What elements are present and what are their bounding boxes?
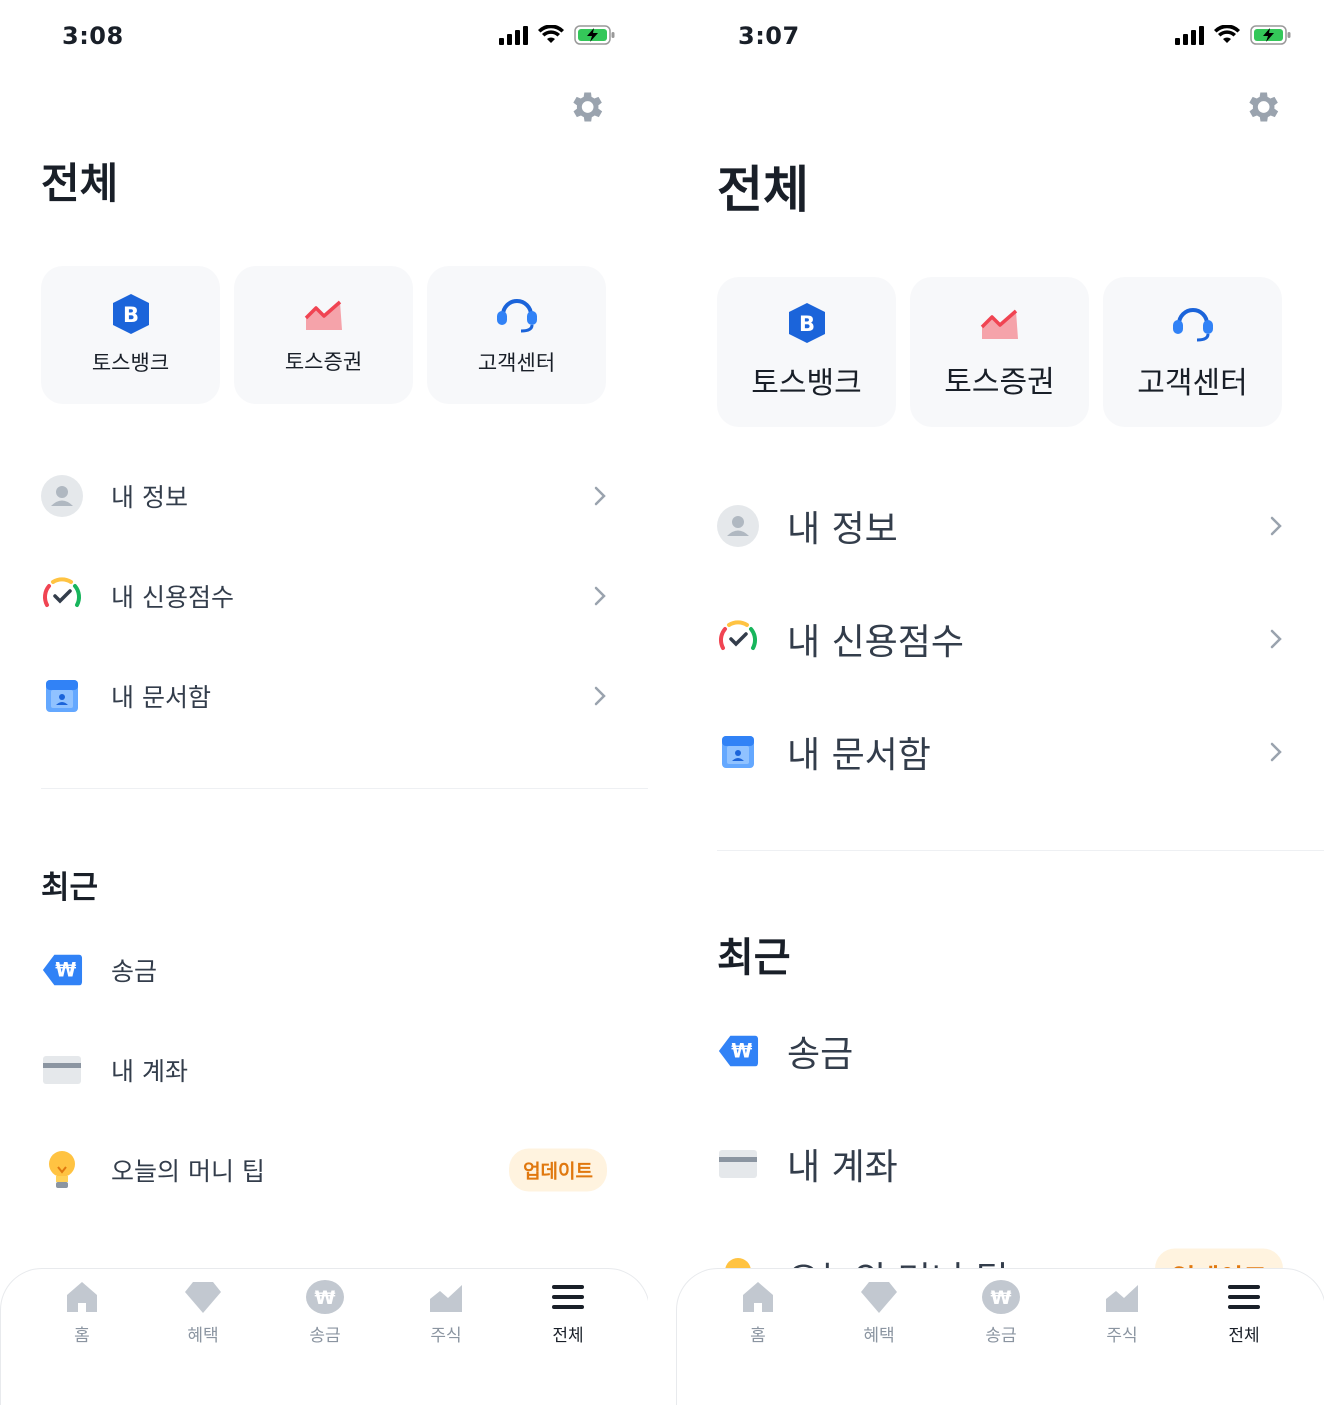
chevron-right-icon <box>594 586 606 606</box>
diamond-icon <box>185 1282 221 1313</box>
status-bar: 3:08 <box>0 0 648 70</box>
signal-icon <box>1175 26 1204 45</box>
tile-customer-center[interactable]: 고객센터 <box>1103 277 1282 427</box>
home-icon <box>743 1282 773 1312</box>
recent-item-my-account[interactable]: 내 계좌 <box>717 1107 1283 1220</box>
wifi-icon <box>1214 25 1240 43</box>
chart-icon <box>430 1285 462 1312</box>
settings-gear-icon[interactable] <box>566 87 606 127</box>
card-icon <box>43 1056 81 1084</box>
tab-all[interactable]: 전체 <box>528 1279 608 1346</box>
svg-text:B: B <box>122 303 138 327</box>
chevron-right-icon <box>1270 742 1282 761</box>
recent-item-my-account[interactable]: 내 계좌 <box>41 1020 607 1120</box>
tab-all[interactable]: 전체 <box>1204 1279 1284 1346</box>
tile-toss-securities[interactable]: 토스증권 <box>910 277 1089 427</box>
card-icon <box>719 1149 757 1178</box>
transfer-icon: ₩ <box>718 1035 759 1066</box>
page-title: 전체 <box>41 159 119 208</box>
tab-transfer[interactable]: ₩ 송금 <box>961 1279 1041 1346</box>
tab-benefits[interactable]: 혜택 <box>163 1279 243 1346</box>
diamond-icon <box>861 1282 897 1313</box>
home-icon <box>67 1282 97 1312</box>
tile-toss-bank[interactable]: B 토스뱅크 <box>717 277 896 427</box>
menu-item-documents[interactable]: 내 문서함 <box>717 695 1283 808</box>
tab-home[interactable]: 홈 <box>42 1279 122 1346</box>
tab-transfer[interactable]: ₩ 송금 <box>285 1279 365 1346</box>
menu-icon <box>552 1285 584 1309</box>
recent-section-title: 최근 <box>41 870 99 906</box>
menu-item-my-info[interactable]: 내 정보 <box>41 446 607 546</box>
svg-text:₩: ₩ <box>55 959 76 982</box>
recent-item-money-tip[interactable]: 오늘의 머니 팁 업데이트 <box>41 1120 607 1220</box>
tile-toss-securities[interactable]: 토스증권 <box>234 266 413 404</box>
menu-item-credit-score[interactable]: 내 신용점수 <box>41 546 607 646</box>
profile-icon <box>41 475 83 517</box>
won-icon: ₩ <box>306 1280 344 1314</box>
toss-bank-icon: B <box>788 303 825 343</box>
tab-stocks[interactable]: 주식 <box>406 1279 486 1346</box>
svg-text:₩: ₩ <box>315 1287 336 1309</box>
credit-score-icon <box>719 619 757 650</box>
battery-charging-icon <box>1250 25 1291 45</box>
headset-icon <box>1172 308 1213 342</box>
chevron-right-icon <box>1270 516 1282 535</box>
menu-icon <box>1228 1285 1260 1309</box>
battery-charging-icon <box>574 25 615 45</box>
lightbulb-icon <box>49 1151 75 1188</box>
screen-left: 3:08 전체 B 토스뱅크 토스증권 고객센터 내 정보 내 신용점수 내 문… <box>0 0 648 1405</box>
recent-item-transfer[interactable]: ₩ 송금 <box>41 920 607 1020</box>
chevron-right-icon <box>594 686 606 706</box>
won-icon: ₩ <box>982 1280 1020 1314</box>
toss-securities-icon <box>980 309 1018 339</box>
page-title: 전체 <box>717 161 809 219</box>
menu-item-documents[interactable]: 내 문서함 <box>41 646 607 746</box>
tile-customer-center[interactable]: 고객센터 <box>427 266 606 404</box>
profile-icon <box>717 504 759 547</box>
credit-score-icon <box>43 577 81 607</box>
svg-text:₩: ₩ <box>731 1039 752 1062</box>
divider <box>717 850 1324 851</box>
chevron-right-icon <box>594 486 606 506</box>
tab-home[interactable]: 홈 <box>718 1279 798 1346</box>
status-bar: 3:07 <box>676 0 1324 70</box>
menu-list: 내 정보 내 신용점수 내 문서함 <box>717 469 1283 808</box>
svg-text:₩: ₩ <box>991 1287 1012 1309</box>
divider <box>41 788 648 789</box>
bottom-tab-bar: 홈 혜택 ₩ 송금 주식 전체 <box>0 1268 648 1405</box>
tile-toss-bank[interactable]: B 토스뱅크 <box>41 266 220 404</box>
shortcut-tiles: B 토스뱅크 토스증권 고객센터 <box>717 277 1282 427</box>
wifi-icon <box>538 25 564 43</box>
update-badge: 업데이트 <box>509 1148 607 1192</box>
tab-benefits[interactable]: 혜택 <box>839 1279 919 1346</box>
settings-gear-icon[interactable] <box>1242 87 1282 127</box>
menu-list: 내 정보 내 신용점수 내 문서함 <box>41 446 607 746</box>
svg-text:B: B <box>798 312 814 336</box>
chevron-right-icon <box>1270 629 1282 648</box>
status-time: 3:08 <box>62 22 124 50</box>
screen-right: 3:07 전체 B 토스뱅크 토스증권 고객센터 내 정보 내 신용점수 내 문… <box>676 0 1324 1405</box>
signal-icon <box>499 26 528 45</box>
chart-icon <box>1106 1285 1138 1312</box>
shortcut-tiles: B 토스뱅크 토스증권 고객센터 <box>41 266 606 404</box>
status-time: 3:07 <box>738 22 800 50</box>
recent-section-title: 최근 <box>717 935 791 981</box>
transfer-icon: ₩ <box>42 954 83 986</box>
recent-item-transfer[interactable]: ₩ 송금 <box>717 994 1283 1107</box>
document-box-icon <box>722 735 754 768</box>
toss-securities-icon <box>304 300 342 330</box>
headset-icon <box>496 299 537 333</box>
tab-stocks[interactable]: 주식 <box>1082 1279 1162 1346</box>
bottom-tab-bar: 홈 혜택 ₩ 송금 주식 전체 <box>676 1268 1324 1405</box>
toss-bank-icon: B <box>112 294 149 334</box>
menu-item-credit-score[interactable]: 내 신용점수 <box>717 582 1283 695</box>
recent-list: ₩ 송금 내 계좌 오늘의 머니 팁 업데이트 <box>41 920 607 1220</box>
menu-item-my-info[interactable]: 내 정보 <box>717 469 1283 582</box>
document-box-icon <box>46 680 78 712</box>
